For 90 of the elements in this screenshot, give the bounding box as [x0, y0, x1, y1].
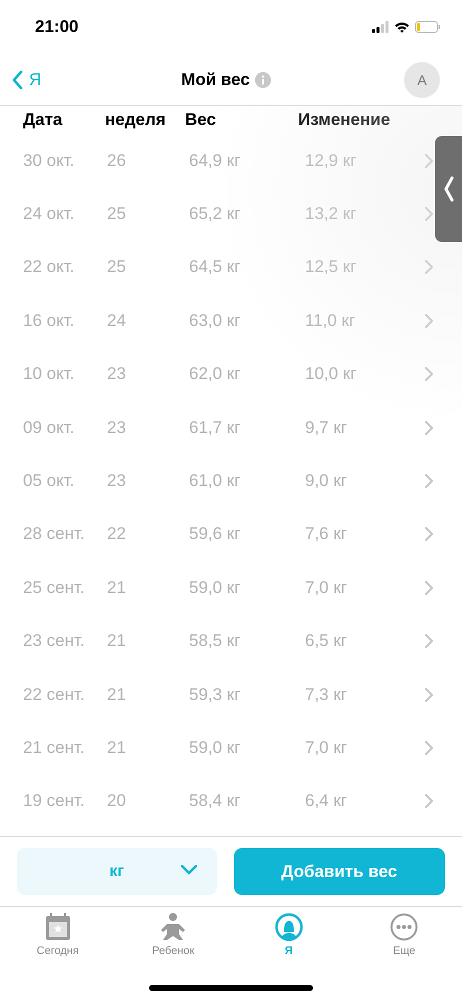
dropdown-chevron-icon [180, 865, 196, 875]
chevron-right-icon[interactable] [424, 367, 434, 382]
chevron-right-icon[interactable] [424, 474, 434, 488]
table-cell-text: 65,2 кг [189, 204, 242, 224]
tab-bar-item[interactable]: Сегодня [0, 913, 116, 973]
status-time: 21:00 [35, 17, 78, 37]
table-cell-text: 05 окт. [23, 471, 76, 492]
table-cell-text: 25 [107, 257, 127, 278]
table-cell-text: 63,0 кг [189, 310, 242, 331]
column-header: Изменение [298, 110, 392, 130]
table-cell-text: 09 окт. [23, 418, 76, 438]
back-chevron-icon [12, 70, 23, 90]
table-cell-text: 9,7 кг [305, 418, 348, 438]
back-button[interactable]: Я [12, 70, 102, 90]
chevron-left-icon [444, 176, 454, 202]
table-cell-text: 6,5 кг [305, 631, 348, 652]
table-cell-text: 12,5 кг [305, 257, 358, 278]
chevron-right-icon[interactable] [424, 740, 434, 755]
tab-bar-item[interactable]: Я [231, 913, 346, 973]
side-panel-handle[interactable] [435, 136, 462, 242]
chevron-right-icon[interactable] [424, 207, 434, 222]
battery-icon [415, 21, 440, 33]
table-cell-text: 7,0 кг [305, 738, 348, 758]
unit-dropdown[interactable]: кг [17, 848, 216, 895]
table-cell-text: 59,0 кг [189, 578, 242, 598]
chevron-right-icon[interactable] [424, 580, 434, 595]
table-cell-text: 21 [107, 631, 127, 652]
screen-title: Мой вес [181, 70, 250, 90]
table-cell-text: 24 [107, 310, 127, 331]
info-icon[interactable] [254, 72, 271, 88]
chevron-right-icon[interactable] [424, 527, 434, 542]
table-cell-text: 59,3 кг [189, 684, 242, 705]
wifi-icon [394, 21, 410, 33]
table-cell-text: 22 [107, 524, 127, 544]
table-cell-text: 9,0 кг [305, 471, 348, 492]
table-cell-text: 7,0 кг [305, 578, 348, 598]
table-cell-text: 22 сент. [23, 684, 86, 705]
table-cell-text: 61,0 кг [189, 471, 242, 492]
table-cell-text: 16 окт. [23, 310, 76, 331]
table-cell-text: 13,2 кг [305, 204, 358, 224]
chevron-right-icon[interactable] [424, 420, 434, 435]
table-cell-text: 20 [107, 791, 127, 812]
table-cell-text: 25 [107, 204, 127, 224]
table-cell-text: 28 сент. [23, 524, 86, 544]
table-cell-text: 59,0 кг [189, 738, 242, 758]
table-cell-text: 21 [107, 578, 127, 598]
table-cell-text: 22 окт. [23, 257, 76, 278]
chevron-right-icon[interactable] [424, 154, 434, 168]
table-cell-text: 6,4 кг [305, 791, 348, 812]
table-cell-text: 19 сент. [23, 791, 86, 812]
column-header: Дата [23, 110, 64, 130]
column-header: неделя [105, 110, 167, 130]
table-cell-text: 64,9 кг [189, 150, 242, 171]
table-cell-text: 21 [107, 738, 127, 758]
profile-icon [274, 913, 303, 941]
table-cell-text: 10,0 кг [305, 364, 358, 384]
table-cell-text: 10 окт. [23, 364, 76, 384]
table-cell-text: 59,6 кг [189, 524, 242, 544]
table-cell-text: 23 [107, 471, 127, 492]
table-cell-text: 11,0 кг [305, 310, 356, 331]
table-cell-text: 58,5 кг [189, 631, 242, 652]
table-cell-text: 23 [107, 364, 127, 384]
chevron-right-icon[interactable] [424, 634, 434, 648]
table-cell-text: 24 окт. [23, 204, 76, 224]
tab-bar-item[interactable]: Еще [346, 913, 462, 973]
more-icon [390, 913, 418, 941]
table-cell-text: 12,9 кг [305, 150, 358, 171]
tab-bar-item[interactable]: Ребенок [116, 913, 231, 973]
table-cell-text: 26 [107, 150, 127, 171]
baby-icon [159, 913, 188, 941]
table-cell-text: 25 сент. [23, 578, 86, 598]
table-cell-text: 30 окт. [23, 150, 76, 171]
table-cell-text: 7,3 кг [305, 684, 348, 705]
table-cell-text: 21 сент. [23, 738, 86, 758]
table-cell-text: 61,7 кг [189, 418, 242, 438]
chevron-right-icon[interactable] [424, 314, 434, 328]
unit-value: кг [109, 862, 124, 880]
avatar[interactable]: А [404, 62, 440, 98]
chevron-right-icon[interactable] [424, 688, 434, 702]
signal-icon [372, 21, 389, 33]
chevron-right-icon[interactable] [424, 794, 434, 808]
table-cell-text: 23 [107, 418, 127, 438]
chevron-right-icon[interactable] [424, 260, 434, 274]
table-cell-text: 21 [107, 684, 127, 705]
table-cell-text: 23 сент. [23, 631, 86, 652]
table-cell-text: 58,4 кг [189, 791, 242, 812]
table-cell-text: 64,5 кг [189, 257, 242, 278]
add-weight-button[interactable]: Добавить вес [234, 848, 445, 895]
table-cell-text: 7,6 кг [305, 524, 348, 544]
table-cell-text: 62,0 кг [189, 364, 242, 384]
